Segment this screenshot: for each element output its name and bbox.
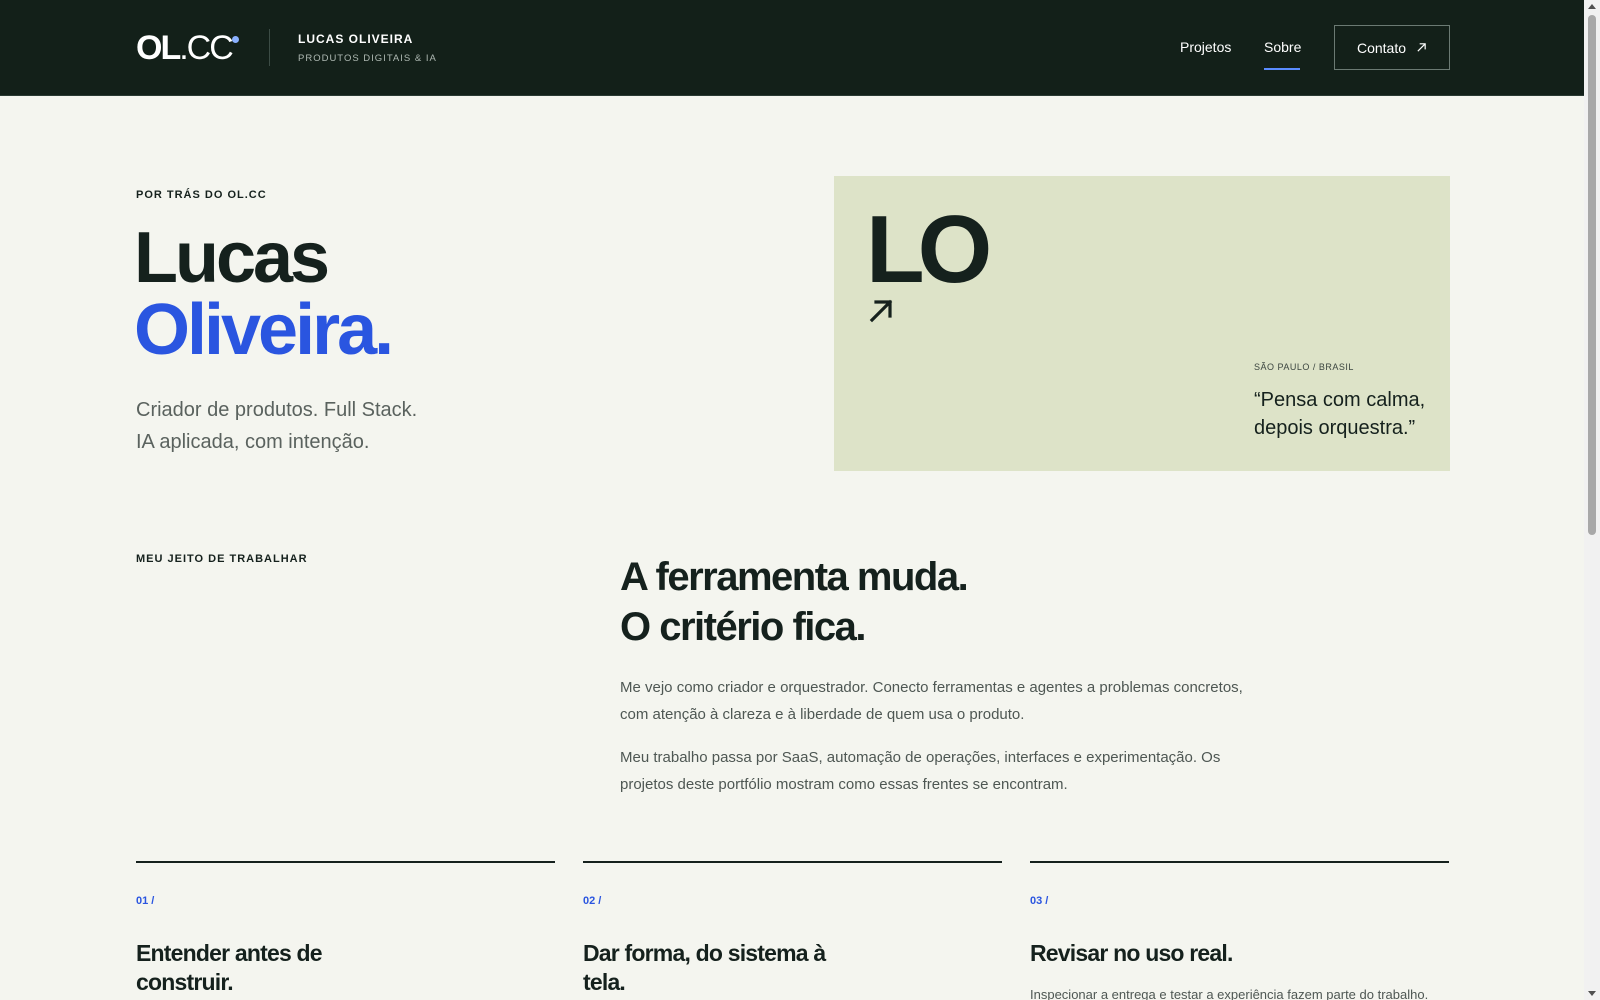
- card-initials: LO: [866, 196, 992, 303]
- work-paragraph-2: Meu trabalho passa por SaaS, automação d…: [620, 749, 1221, 793]
- logo-ol: OL: [136, 29, 181, 67]
- logo[interactable]: OL.CC: [136, 29, 234, 67]
- contact-button[interactable]: Contato: [1334, 25, 1450, 70]
- nav-link-sobre[interactable]: Sobre: [1264, 39, 1301, 55]
- work-statement-line1: A ferramenta muda.: [620, 555, 969, 599]
- principle-card: 02 / Dar forma, do sistema à tela.: [583, 861, 1002, 1000]
- contact-button-label: Contato: [1356, 39, 1407, 56]
- work-statement-line2: O critério fica.: [620, 605, 866, 649]
- hero-title-first-name: Lucas: [134, 218, 330, 298]
- brand-name: LUCAS OLIVEIRA: [298, 32, 414, 46]
- site-header: OL.CC LUCAS OLIVEIRA PRODUTOS DIGITAIS &…: [0, 0, 1584, 96]
- principle-number: 02 /: [583, 895, 602, 907]
- hero-eyebrow: POR TRÁS DO OL.CC: [136, 189, 267, 201]
- principle-text: Inspecionar a entrega e testar a experiê…: [1030, 987, 1429, 1000]
- scroll-up-icon[interactable]: [1588, 4, 1596, 9]
- hero-title: Lucas Oliveira.: [134, 218, 394, 370]
- hero-subtitle: Criador de produtos. Full Stack. IA apli…: [136, 394, 417, 458]
- card-location: SÃO PAULO / BRASIL: [1254, 362, 1354, 372]
- nav-link-projetos[interactable]: Projetos: [1180, 39, 1231, 55]
- principle-title: Revisar no uso real.: [1030, 940, 1233, 966]
- principle-title: Dar forma, do sistema à tela.: [583, 940, 826, 995]
- hero-subtitle-line2: IA aplicada, com intenção.: [136, 431, 370, 453]
- scroll-down-icon[interactable]: [1588, 991, 1596, 996]
- principle-number: 01 /: [136, 895, 155, 907]
- page-scrollbar[interactable]: [1584, 0, 1600, 1000]
- card-quote: “Pensa com calma, depois orquestra.”: [1254, 389, 1426, 439]
- nav-active-indicator: [1264, 68, 1300, 70]
- work-paragraph-1: Me vejo como criador e orquestrador. Con…: [620, 679, 1243, 723]
- principle-card: 01 / Entender antes de construir.: [136, 861, 555, 1000]
- arrow-up-right-icon: [1417, 43, 1426, 52]
- scrollbar-thumb[interactable]: [1588, 15, 1596, 535]
- principle-number: 03 /: [1030, 895, 1049, 907]
- brand-tagline: PRODUTOS DIGITAIS & IA: [298, 53, 437, 64]
- work-statement: A ferramenta muda. O critério fica.: [620, 552, 969, 652]
- profile-card: LO SÃO PAULO / BRASIL “Pensa com calma, …: [834, 176, 1450, 471]
- logo-cc: .CC: [179, 29, 234, 67]
- principle-title: Entender antes de construir.: [136, 940, 323, 995]
- logo-dot-icon: [232, 36, 239, 43]
- work-eyebrow: MEU JEITO DE TRABALHAR: [136, 553, 308, 565]
- hero-subtitle-line1: Criador de produtos. Full Stack.: [136, 399, 418, 421]
- arrow-up-right-icon: [869, 299, 893, 323]
- header-divider: [269, 29, 270, 66]
- hero-title-last-name: Oliveira.: [134, 290, 394, 370]
- principle-card: 03 / Revisar no uso real. Inspecionar a …: [1030, 861, 1449, 1000]
